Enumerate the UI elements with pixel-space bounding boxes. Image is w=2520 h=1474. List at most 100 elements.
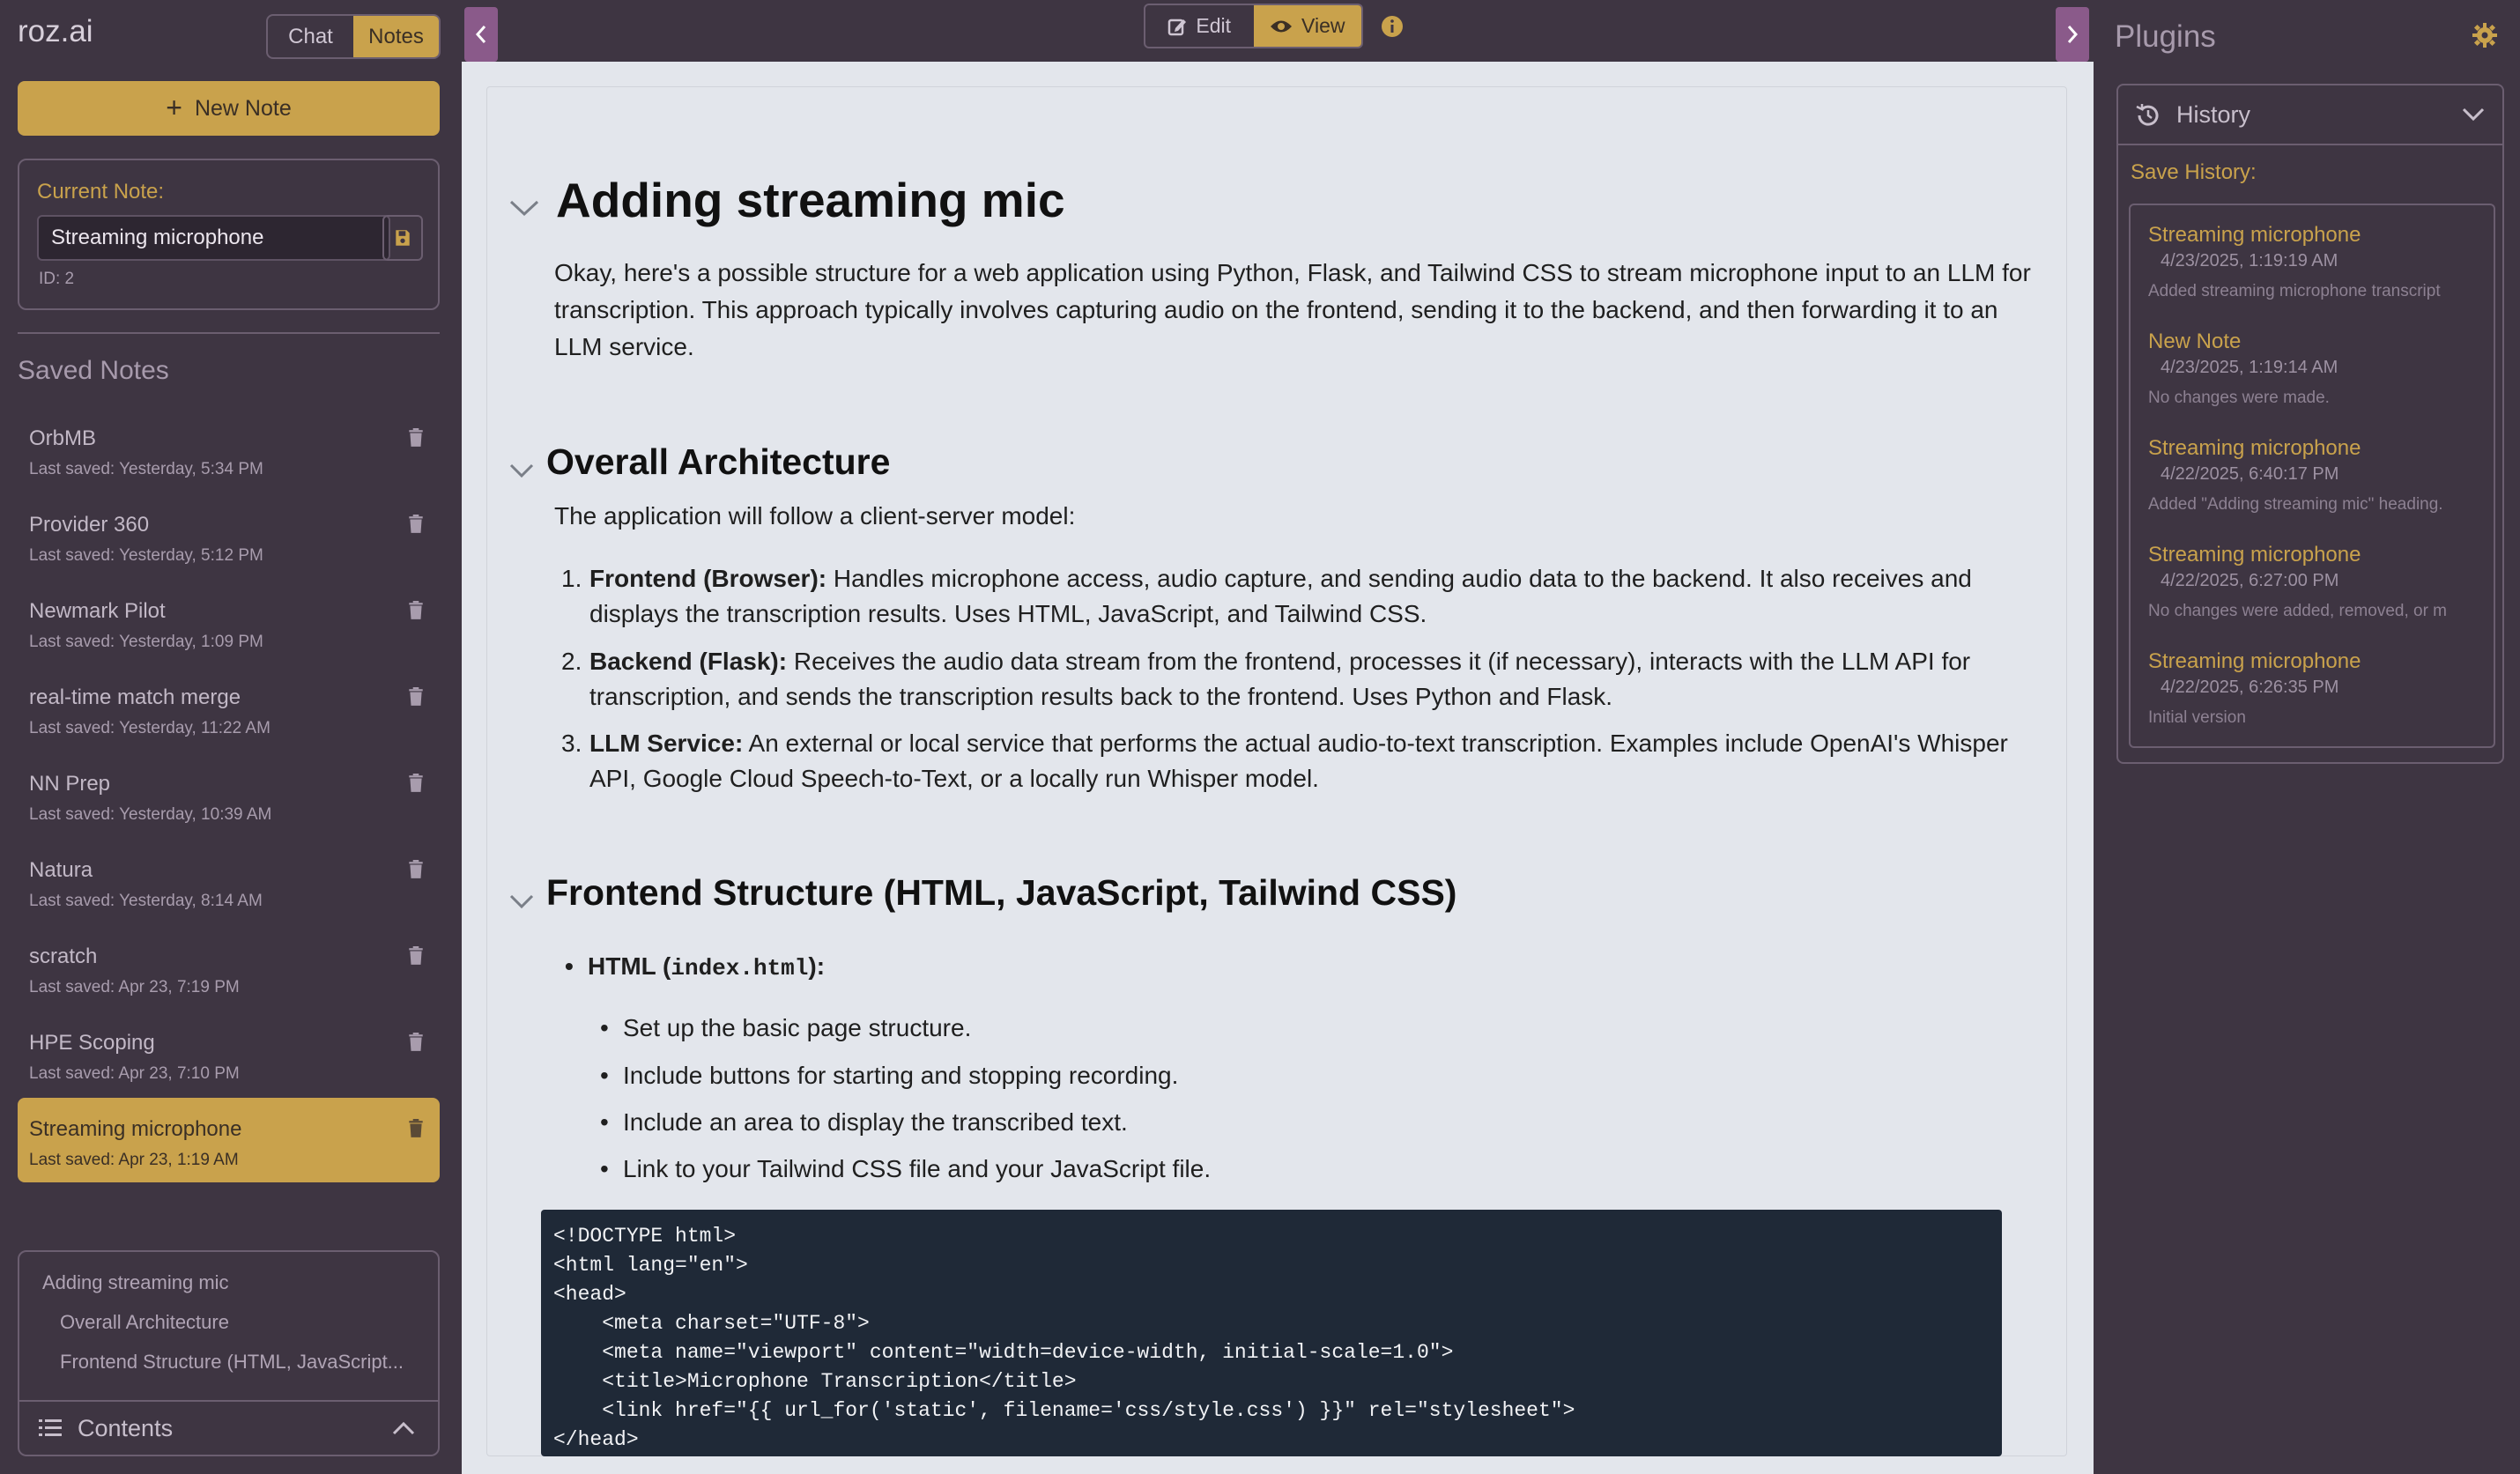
note-title: Newmark Pilot — [29, 599, 166, 623]
chat-tab[interactable]: Chat — [268, 16, 353, 57]
collapse-right-sidebar-button[interactable] — [2056, 7, 2089, 62]
item-text: An external or local service that perfor… — [589, 730, 2008, 792]
history-header[interactable]: History — [2118, 85, 2502, 145]
note-saved-time: Last saved: Yesterday, 8:14 AM — [29, 892, 263, 910]
trash-icon[interactable] — [408, 601, 424, 620]
list-item[interactable]: scratch Last saved: Apr 23, 7:19 PM — [18, 925, 440, 1010]
trash-icon[interactable] — [408, 1119, 424, 1138]
history-icon — [2136, 104, 2159, 126]
heading-overall-architecture: Overall Architecture — [546, 441, 891, 482]
chevron-down-icon[interactable] — [508, 893, 535, 910]
note-title-input[interactable] — [37, 215, 390, 261]
history-entry[interactable]: Streaming microphone 4/22/2025, 6:40:17 … — [2148, 436, 2492, 515]
contents-toggle[interactable]: Contents — [19, 1400, 438, 1455]
gear-icon[interactable] — [2472, 23, 2497, 48]
trash-icon[interactable] — [408, 946, 424, 966]
list-item[interactable]: real-time match merge Last saved: Yester… — [18, 666, 440, 751]
heading-h1: Adding streaming mic — [556, 173, 1065, 227]
new-note-button[interactable]: + New Note — [18, 81, 440, 136]
note-saved-time: Last saved: Yesterday, 5:12 PM — [29, 546, 263, 565]
contents-title: Contents — [78, 1414, 174, 1441]
history-entry-name: Streaming microphone — [2148, 436, 2361, 460]
toc-item-h2[interactable]: Frontend Structure (HTML, JavaScript... — [60, 1351, 404, 1374]
chevron-left-icon — [475, 26, 486, 43]
list-item: Include an area to display the transcrib… — [600, 1108, 1128, 1137]
history-entry[interactable]: Streaming microphone 4/22/2025, 6:26:35 … — [2148, 649, 2492, 728]
history-title: History — [2176, 101, 2251, 128]
plugins-title: Plugins — [2115, 19, 2216, 54]
history-entry-date: 4/23/2025, 1:19:19 AM — [2161, 251, 2338, 270]
note-saved-time: Last saved: Apr 23, 7:10 PM — [29, 1064, 240, 1083]
view-label: View — [1301, 14, 1345, 37]
note-title: OrbMB — [29, 426, 97, 450]
sidebar-divider — [18, 332, 440, 334]
history-entry-date: 4/22/2025, 6:40:17 PM — [2161, 464, 2339, 484]
history-entry-date: 4/22/2025, 6:26:35 PM — [2161, 678, 2339, 697]
list-item[interactable]: OrbMB Last saved: Yesterday, 5:34 PM — [18, 407, 440, 492]
saved-notes-list: OrbMB Last saved: Yesterday, 5:34 PM Pro… — [18, 407, 440, 1184]
heading-frontend-structure: Frontend Structure (HTML, JavaScript, Ta… — [546, 872, 1457, 913]
chevron-down-icon[interactable] — [508, 462, 535, 479]
history-entry-date: 4/22/2025, 6:27:00 PM — [2161, 571, 2339, 590]
list-item: Include buttons for starting and stoppin… — [600, 1062, 1178, 1090]
architecture-intro: The application will follow a client-ser… — [554, 502, 1076, 530]
history-entry-change: Added "Adding streaming mic" heading. — [2148, 495, 2443, 514]
eye-icon — [1271, 20, 1293, 32]
save-note-button[interactable] — [382, 215, 423, 261]
trash-icon[interactable] — [408, 515, 424, 534]
list-item[interactable]: HPE Scoping Last saved: Apr 23, 7:10 PM — [18, 1011, 440, 1096]
html-bullet: HTML (index.html): — [565, 952, 825, 981]
item-text: Receives the audio data stream from the … — [589, 648, 1971, 710]
list-item: Link to your Tailwind CSS file and your … — [600, 1155, 1211, 1183]
history-entry[interactable]: New Note 4/23/2025, 1:19:14 AM No change… — [2148, 330, 2492, 408]
edit-button[interactable]: Edit — [1145, 5, 1254, 47]
list-item[interactable]: Natura Last saved: Yesterday, 8:14 AM — [18, 839, 440, 923]
list-item[interactable]: Newmark Pilot Last saved: Yesterday, 1:0… — [18, 580, 440, 664]
toc-item-h1[interactable]: Adding streaming mic — [42, 1271, 229, 1294]
history-entry-date: 4/23/2025, 1:19:14 AM — [2161, 358, 2338, 377]
history-entry-change: Initial version — [2148, 708, 2246, 727]
code-text: <!DOCTYPE html> <html lang="en"> <head> … — [553, 1225, 1575, 1451]
chevron-down-icon — [2462, 107, 2485, 122]
history-entry-change: Added streaming microphone transcript — [2148, 282, 2441, 300]
history-entry-name: Streaming microphone — [2148, 223, 2361, 247]
trash-icon[interactable] — [408, 860, 424, 879]
item-label: LLM Service: — [589, 730, 744, 757]
trash-icon[interactable] — [408, 428, 424, 448]
new-note-label: New Note — [194, 95, 292, 121]
edit-label: Edit — [1196, 14, 1232, 37]
note-id: ID: 2 — [39, 270, 75, 288]
list-item: Set up the basic page structure. — [600, 1014, 971, 1042]
save-icon — [396, 230, 410, 246]
history-entry[interactable]: Streaming microphone 4/22/2025, 6:27:00 … — [2148, 543, 2492, 621]
history-entry-name: New Note — [2148, 330, 2242, 353]
toc-item-h2[interactable]: Overall Architecture — [60, 1311, 229, 1334]
plugins-sidebar: Plugins History Save History: Streaming … — [2094, 0, 2520, 1474]
list-item-selected[interactable]: Streaming microphone Last saved: Apr 23,… — [18, 1098, 440, 1182]
chevron-right-icon — [2067, 26, 2079, 43]
info-icon[interactable] — [1380, 14, 1405, 39]
saved-notes-heading: Saved Notes — [18, 356, 169, 385]
note-title: Provider 360 — [29, 513, 150, 537]
inline-code: index.html — [671, 955, 809, 981]
mode-toggle: Chat Notes — [266, 14, 441, 59]
note-saved-time: Last saved: Apr 23, 7:19 PM — [29, 978, 240, 996]
save-history-label: Save History: — [2131, 160, 2257, 184]
list-item[interactable]: Provider 360 Last saved: Yesterday, 5:12… — [18, 493, 440, 578]
trash-icon[interactable] — [408, 1033, 424, 1052]
contents-panel: Adding streaming mic Overall Architectur… — [18, 1250, 440, 1456]
note-title: Streaming microphone — [29, 1117, 242, 1141]
collapse-left-sidebar-button[interactable] — [464, 7, 498, 62]
chevron-down-icon[interactable] — [508, 198, 540, 218]
edit-view-toggle: Edit View — [1144, 4, 1363, 48]
left-sidebar: roz.ai Chat Notes + New Note Current Not… — [0, 0, 462, 1474]
trash-icon[interactable] — [408, 687, 424, 707]
history-entry[interactable]: Streaming microphone 4/23/2025, 1:19:19 … — [2148, 223, 2492, 301]
view-button[interactable]: View — [1253, 5, 1361, 47]
trash-icon[interactable] — [408, 774, 424, 793]
list-item[interactable]: NN Prep Last saved: Yesterday, 10:39 AM — [18, 752, 440, 837]
note-saved-time: Last saved: Yesterday, 11:22 AM — [29, 719, 271, 737]
history-entry-name: Streaming microphone — [2148, 543, 2361, 567]
history-plugin: History Save History: Streaming micropho… — [2116, 84, 2504, 764]
notes-tab[interactable]: Notes — [353, 16, 439, 57]
